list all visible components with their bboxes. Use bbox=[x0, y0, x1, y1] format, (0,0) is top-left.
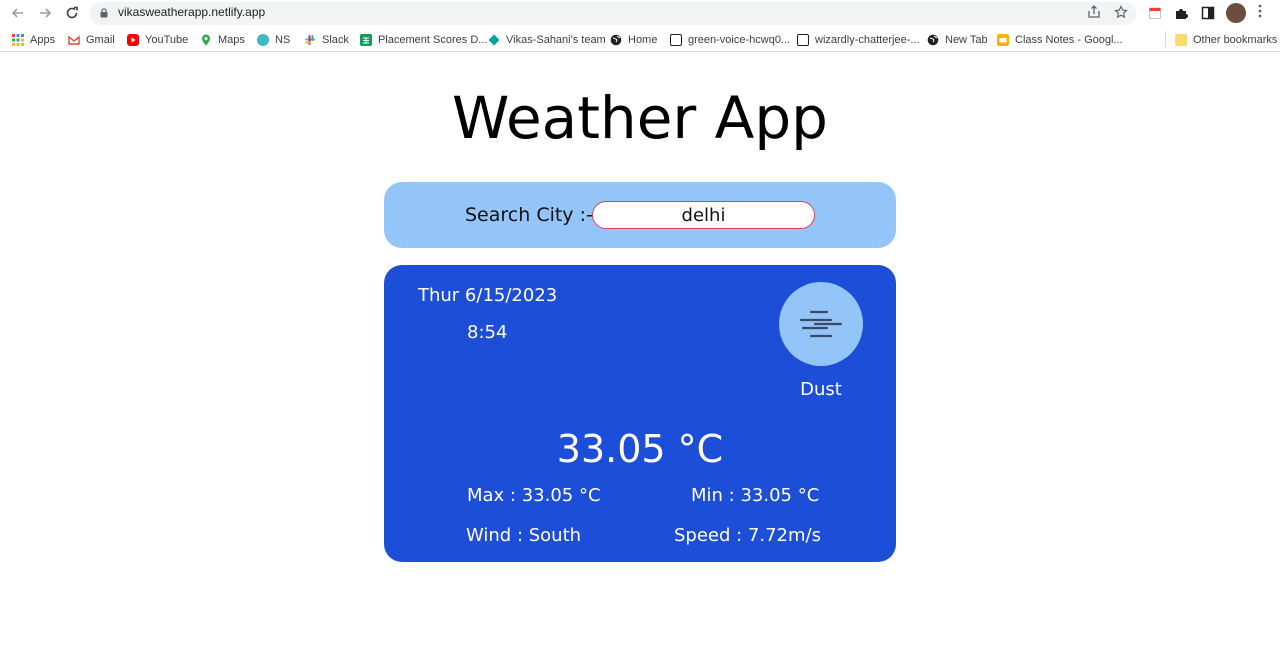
diamond-icon bbox=[488, 34, 500, 46]
youtube-icon bbox=[127, 34, 139, 46]
temperature: 33.05 °C bbox=[556, 427, 724, 471]
page-icon bbox=[797, 34, 809, 46]
weather-icon-circle bbox=[779, 282, 863, 366]
folder-icon bbox=[1175, 34, 1187, 46]
bookmark-other[interactable]: Other bookmarks bbox=[1175, 32, 1277, 48]
time-text: 8:54 bbox=[467, 322, 508, 343]
bookmark-label: Maps bbox=[218, 34, 245, 46]
profile-avatar[interactable] bbox=[1226, 3, 1246, 23]
slack-icon bbox=[304, 34, 316, 46]
bookmarks-divider bbox=[1165, 31, 1166, 47]
bookmark-label: Class Notes - Googl... bbox=[1015, 34, 1123, 46]
city-search-input[interactable] bbox=[592, 201, 815, 229]
ns-icon bbox=[257, 34, 269, 46]
bookmark-label: Home bbox=[628, 34, 658, 46]
address-bar[interactable]: vikasweatherapp.netlify.app bbox=[90, 2, 1136, 25]
date-text: Thur 6/15/2023 bbox=[418, 285, 558, 306]
slides-icon bbox=[997, 34, 1009, 46]
bookmark-label: Other bookmarks bbox=[1193, 34, 1278, 46]
bookmark-vikas-team[interactable]: Vikas-Sahani's team bbox=[488, 32, 606, 48]
bookmark-label: New Tab bbox=[945, 34, 988, 46]
bookmark-class-notes[interactable]: Class Notes - Googl... bbox=[997, 32, 1123, 48]
bookmark-wizardly[interactable]: wizardly-chatterjee-... bbox=[797, 32, 920, 48]
bookmark-label: green-voice-hcwq0... bbox=[688, 34, 791, 46]
bookmark-youtube[interactable]: YouTube bbox=[127, 32, 188, 48]
url-text: vikasweatherapp.netlify.app bbox=[118, 5, 266, 19]
bookmark-green-voice[interactable]: green-voice-hcwq0... bbox=[670, 32, 790, 48]
weather-card: Thur 6/15/2023 8:54 Dust 33.05 °C Max : … bbox=[384, 265, 896, 562]
weather-condition: Dust bbox=[800, 379, 842, 400]
wind-speed: Speed : 7.72m/s bbox=[674, 525, 821, 546]
page-title: Weather App bbox=[452, 84, 828, 152]
bookmark-star-icon[interactable] bbox=[1114, 5, 1128, 23]
bookmark-label: Apps bbox=[30, 34, 56, 46]
search-panel: Search City :- bbox=[384, 182, 896, 248]
bookmark-label: wizardly-chatterjee-... bbox=[815, 34, 920, 46]
bookmark-label: Placement Scores D... bbox=[378, 34, 488, 46]
globe-icon bbox=[610, 34, 622, 46]
sheets-icon bbox=[360, 34, 372, 46]
min-temp: Min : 33.05 °C bbox=[691, 485, 820, 506]
search-label: Search City :- bbox=[465, 204, 593, 226]
share-icon[interactable] bbox=[1087, 5, 1101, 23]
side-panel-icon[interactable] bbox=[1199, 4, 1217, 22]
bookmark-label: Vikas-Sahani's team bbox=[506, 34, 606, 46]
bookmark-placement-scores[interactable]: Placement Scores D... bbox=[360, 32, 487, 48]
bookmark-gmail[interactable]: Gmail bbox=[68, 32, 115, 48]
bookmark-label: NS bbox=[275, 34, 291, 46]
bookmark-home[interactable]: Home bbox=[610, 32, 657, 48]
gmail-icon bbox=[68, 34, 80, 46]
bookmark-label: YouTube bbox=[145, 34, 189, 46]
bookmark-apps[interactable]: Apps bbox=[12, 32, 55, 48]
bookmark-slack[interactable]: Slack bbox=[304, 32, 349, 48]
bookmark-label: Gmail bbox=[86, 34, 115, 46]
extensions-puzzle-icon[interactable] bbox=[1172, 4, 1190, 22]
lock-icon bbox=[100, 8, 108, 18]
max-temp: Max : 33.05 °C bbox=[467, 485, 601, 506]
bookmark-new-tab[interactable]: New Tab bbox=[927, 32, 988, 48]
more-menu-icon[interactable] bbox=[1258, 4, 1262, 22]
reload-icon[interactable] bbox=[62, 4, 82, 22]
forward-arrow-icon[interactable] bbox=[35, 4, 55, 22]
globe-icon bbox=[927, 34, 939, 46]
apps-grid-icon bbox=[12, 34, 24, 46]
bookmark-ns[interactable]: NS bbox=[257, 32, 290, 48]
back-arrow-icon[interactable] bbox=[8, 4, 28, 22]
maps-pin-icon bbox=[200, 34, 212, 46]
wind-direction: Wind : South bbox=[466, 525, 582, 546]
page-icon bbox=[670, 34, 682, 46]
browser-toolbar: vikasweatherapp.netlify.app bbox=[0, 0, 1280, 27]
fog-haze-icon bbox=[799, 310, 843, 338]
bookmark-maps[interactable]: Maps bbox=[200, 32, 245, 48]
bookmark-label: Slack bbox=[322, 34, 349, 46]
bookmarks-bar: Apps Gmail YouTube Maps NS Slack Placeme… bbox=[0, 28, 1280, 52]
calendar-extension-icon[interactable] bbox=[1146, 4, 1164, 22]
